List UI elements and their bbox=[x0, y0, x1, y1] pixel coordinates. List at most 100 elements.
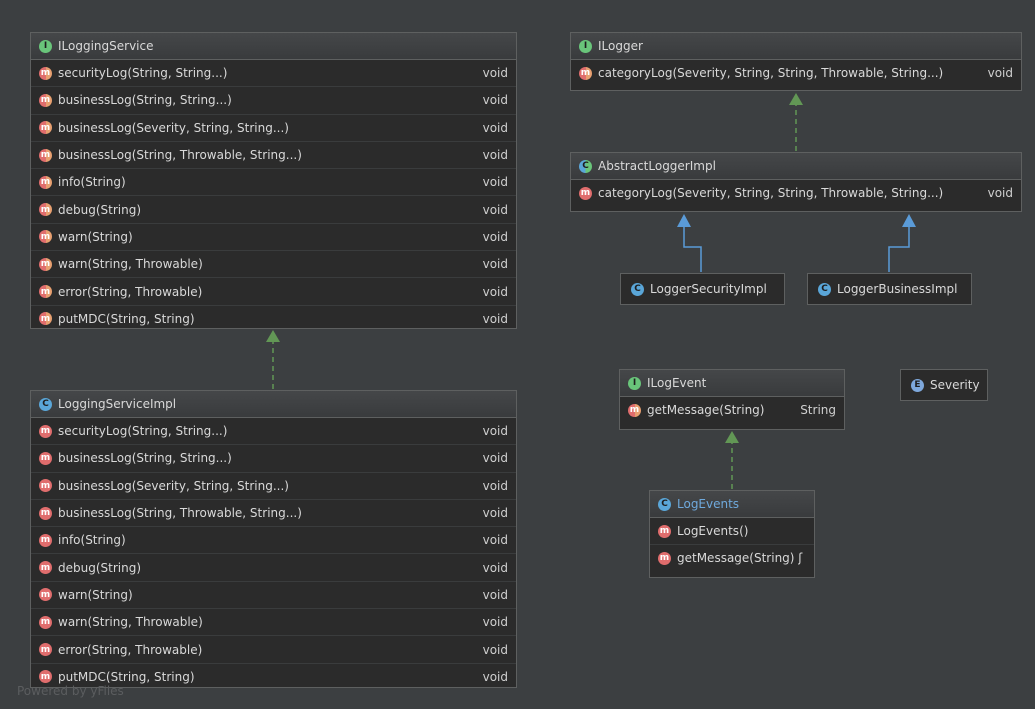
method-return-type: void bbox=[987, 66, 1013, 81]
node-title: ILogger bbox=[598, 39, 643, 53]
method-icon: m bbox=[579, 186, 592, 200]
method-name: businessLog(Severity, String, String...) bbox=[58, 120, 289, 135]
method-row[interactable]: m error(String, Throwable) void bbox=[31, 278, 516, 306]
method-row[interactable]: m warn(String) void bbox=[31, 224, 516, 252]
abstract-method-icon: m bbox=[39, 203, 52, 217]
method-return-type: void bbox=[482, 229, 508, 244]
method-row[interactable]: m businessLog(String, String...) void bbox=[31, 445, 516, 473]
node-title: LoggingServiceImpl bbox=[58, 397, 177, 411]
method-row[interactable]: m categoryLog(Severity, String, String, T… bbox=[571, 180, 1021, 206]
method-row[interactable]: m businessLog(Severity, String, String...… bbox=[31, 473, 516, 500]
method-return-type: void bbox=[482, 284, 508, 299]
method-name: businessLog(String, String...) bbox=[58, 93, 232, 108]
method-return-type: void bbox=[482, 642, 508, 657]
node-title: LoggerSecurityImpl bbox=[650, 282, 767, 296]
extends-arrowhead-security bbox=[677, 214, 691, 227]
abstract-method-icon: m bbox=[39, 230, 52, 244]
method-row[interactable]: m businessLog(String, Throwable, String..… bbox=[31, 500, 516, 528]
method-return-type: void bbox=[482, 66, 508, 81]
node-header: C LogEvents bbox=[650, 491, 814, 518]
logger-business-impl-node[interactable]: C LoggerBusinessImpl bbox=[807, 273, 972, 305]
abstract-method-icon: m bbox=[39, 66, 52, 80]
node-title: AbstractLoggerImpl bbox=[598, 159, 716, 173]
ilogging-service-node[interactable]: I ILoggingService m securityLog(String, S… bbox=[30, 32, 517, 329]
method-name: info(String) bbox=[58, 533, 126, 548]
method-row[interactable]: m debug(String) void bbox=[31, 554, 516, 582]
method-return-type: void bbox=[482, 311, 508, 326]
method-row[interactable]: m LogEvents() bbox=[650, 518, 814, 546]
method-name: categoryLog(Severity, String, String, Th… bbox=[598, 66, 944, 81]
method-row[interactable]: m securityLog(String, String...) void bbox=[31, 418, 516, 446]
method-name: securityLog(String, String...) bbox=[58, 424, 228, 439]
method-return-type: void bbox=[482, 506, 508, 521]
method-row[interactable]: m warn(String, Throwable) void bbox=[31, 609, 516, 637]
logging-service-impl-node[interactable]: C LoggingServiceImpl m securityLog(String… bbox=[30, 390, 517, 688]
method-icon: m bbox=[39, 670, 52, 684]
interface-icon: I bbox=[39, 39, 52, 53]
node-title: LogEvents bbox=[677, 497, 740, 511]
ilog-event-node[interactable]: I ILogEvent m getMessage(String) String bbox=[619, 369, 845, 430]
method-name: LogEvents() bbox=[677, 524, 749, 539]
method-return-type: void bbox=[482, 148, 508, 163]
method-row[interactable]: m businessLog(Severity, String, String...… bbox=[31, 115, 516, 142]
node-title: ILoggingService bbox=[58, 39, 154, 53]
abstract-method-icon: m bbox=[39, 148, 52, 162]
method-row[interactable]: m warn(String) void bbox=[31, 582, 516, 610]
method-row[interactable]: m categoryLog(Severity, String, String, T… bbox=[571, 60, 1021, 86]
node-title: LoggerBusinessImpl bbox=[837, 282, 958, 296]
method-name: getMessage(String) ʃ bbox=[677, 551, 803, 566]
class-icon: C bbox=[631, 282, 644, 296]
watermark: Powered by yFiles bbox=[17, 684, 124, 698]
abstract-method-icon: m bbox=[628, 403, 641, 417]
method-row[interactable]: m businessLog(String, String...) void bbox=[31, 87, 516, 115]
method-name: error(String, Throwable) bbox=[58, 642, 203, 657]
abstract-method-icon: m bbox=[39, 175, 52, 189]
method-name: putMDC(String, String) bbox=[58, 311, 195, 326]
method-row[interactable]: m businessLog(String, Throwable, String..… bbox=[31, 142, 516, 170]
interface-icon: I bbox=[628, 376, 641, 390]
method-return-type: void bbox=[482, 175, 508, 190]
method-icon: m bbox=[39, 561, 52, 575]
method-icon: m bbox=[39, 533, 52, 547]
method-row[interactable]: m warn(String, Throwable) void bbox=[31, 251, 516, 279]
method-name: businessLog(Severity, String, String...) bbox=[58, 478, 289, 493]
method-icon: m bbox=[658, 551, 671, 565]
method-return-type: void bbox=[987, 186, 1013, 201]
method-icon: m bbox=[39, 643, 52, 657]
method-row[interactable]: m info(String) void bbox=[31, 527, 516, 555]
method-icon: m bbox=[39, 451, 52, 465]
method-name: warn(String) bbox=[58, 229, 133, 244]
method-row[interactable]: m getMessage(String) String bbox=[620, 397, 844, 423]
class-icon: C bbox=[658, 497, 671, 511]
method-return-type: void bbox=[482, 615, 508, 630]
logger-security-impl-node[interactable]: C LoggerSecurityImpl bbox=[620, 273, 785, 305]
abstract-logger-impl-node[interactable]: C AbstractLoggerImpl m categoryLog(Severi… bbox=[570, 152, 1022, 212]
method-row[interactable]: m putMDC(String, String) void bbox=[31, 306, 516, 332]
log-events-node[interactable]: C LogEvents m LogEvents() m getMessage(Stri… bbox=[649, 490, 815, 578]
method-row[interactable]: m debug(String) void bbox=[31, 196, 516, 224]
method-return-type: void bbox=[482, 93, 508, 108]
method-name: putMDC(String, String) bbox=[58, 669, 195, 684]
method-row[interactable]: m error(String, Throwable) void bbox=[31, 636, 516, 664]
class-icon: C bbox=[818, 282, 831, 296]
method-icon: m bbox=[39, 588, 52, 602]
method-return-type: void bbox=[482, 669, 508, 684]
method-return-type: void bbox=[482, 424, 508, 439]
abstract-method-icon: m bbox=[39, 285, 52, 299]
method-name: info(String) bbox=[58, 175, 126, 190]
method-name: businessLog(String, Throwable, String...… bbox=[58, 506, 302, 521]
method-return-type: void bbox=[482, 451, 508, 466]
method-icon: m bbox=[39, 479, 52, 493]
abstract-method-icon: m bbox=[39, 93, 52, 107]
method-return-type: void bbox=[482, 478, 508, 493]
method-row[interactable]: m getMessage(String) ʃ bbox=[650, 545, 814, 571]
node-title: Severity bbox=[930, 378, 980, 392]
severity-node[interactable]: E Severity bbox=[900, 369, 988, 401]
implements-arrowhead-ilogger bbox=[789, 93, 803, 105]
abstract-method-icon: m bbox=[39, 312, 52, 326]
method-row[interactable]: m securityLog(String, String...) void bbox=[31, 60, 516, 88]
method-icon: m bbox=[658, 524, 671, 538]
ilogger-node[interactable]: I ILogger m categoryLog(Severity, String,… bbox=[570, 32, 1022, 91]
method-return-type: String bbox=[800, 403, 836, 418]
method-row[interactable]: m info(String) void bbox=[31, 169, 516, 197]
